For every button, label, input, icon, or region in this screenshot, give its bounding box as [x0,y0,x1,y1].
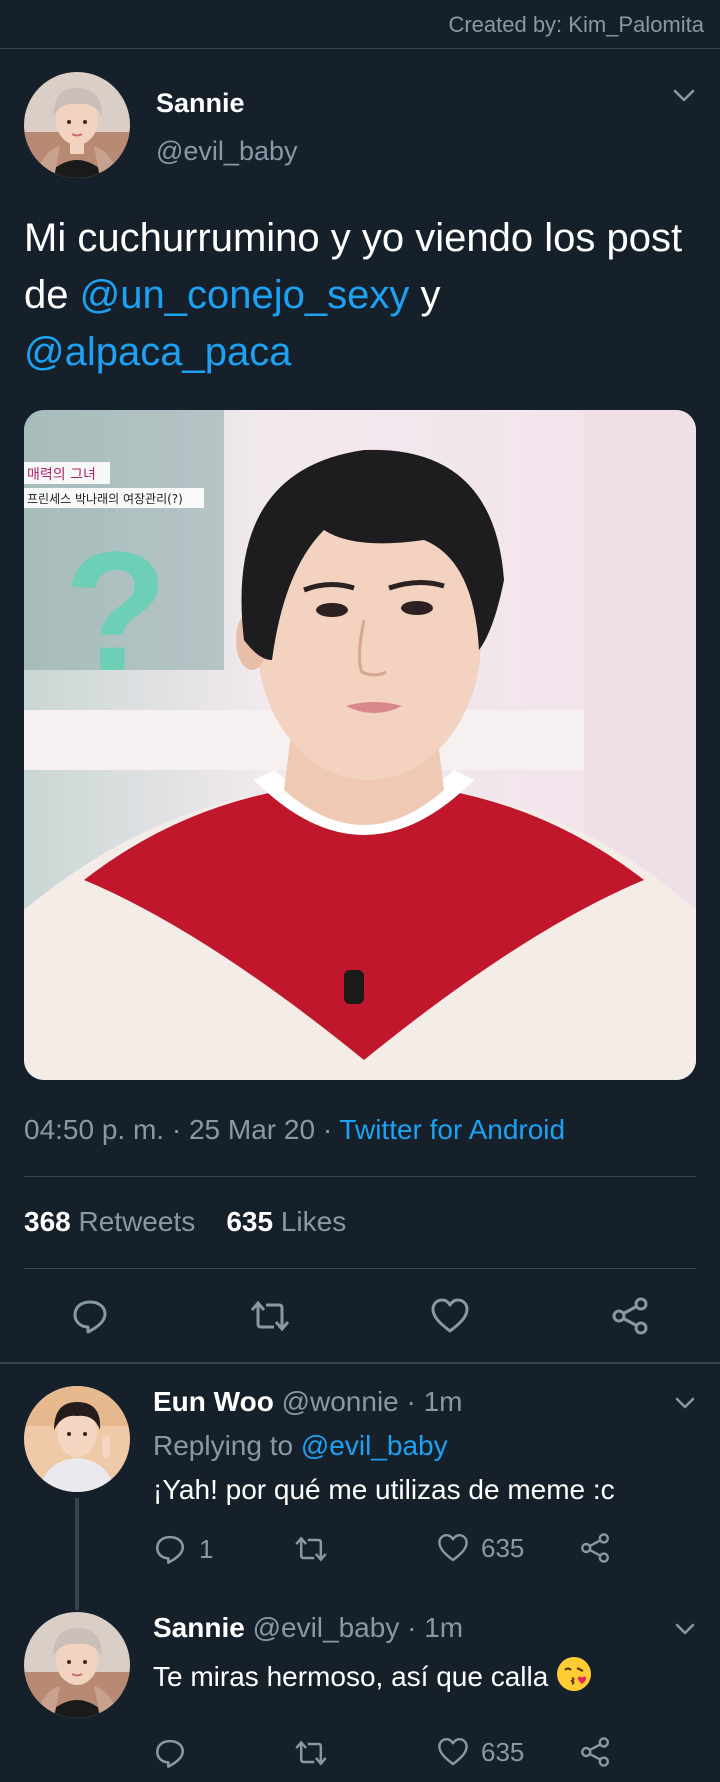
reply-button[interactable] [153,1736,187,1770]
reply-header: Sannie @evil_baby · 1m [153,1612,463,1644]
reply-icon [155,1535,185,1564]
image-caption-line1: 매력의 그녀 [27,467,96,483]
thread-line [75,1498,79,1610]
reply-header: Eun Woo @wonnie · 1m [153,1386,463,1418]
face-blowing-kiss-emoji [556,1656,592,1692]
avatar[interactable] [24,1386,130,1492]
divider [0,1362,720,1364]
likes-label: Likes [273,1206,347,1237]
tweet-timestamp: 04:50 p. m. · 25 Mar 20 · Twitter for An… [24,1114,565,1146]
reply-meta: @evil_baby · 1m [244,1612,464,1643]
chevron-down-icon[interactable] [674,1396,696,1410]
tweet-text-part: y [409,273,441,317]
heart-icon[interactable] [430,1296,470,1336]
tweet-media-image[interactable]: ? 매력의 그녀 프린세스 박나래의 여장관리(?) [24,410,696,1080]
reply-tweet[interactable]: Eun Woo @wonnie · 1m Replying to @evil_b… [0,1376,720,1610]
top-divider [0,48,720,49]
tweet-source-link[interactable]: Twitter for Android [339,1114,565,1145]
retweet-icon [295,1740,327,1766]
retweets-count: 368 [24,1206,71,1237]
retweet-button[interactable] [293,1736,329,1770]
like-button[interactable]: 635 [437,1736,524,1768]
heart-icon [438,1534,468,1562]
author-name[interactable]: Sannie [156,88,245,119]
mention-link[interactable]: @un_conejo_sexy [80,273,410,317]
tweet-text: Mi cuchurrumino y yo viendo los post de … [24,210,696,381]
reply-meta: @wonnie · 1m [273,1386,463,1417]
retweet-button[interactable] [293,1532,329,1566]
main-tweet-header: Sannie @evil_baby [24,70,696,180]
like-count: 635 [481,1532,525,1563]
share-icon [581,1533,609,1563]
share-button[interactable] [579,1736,611,1768]
reply-icon [155,1739,185,1768]
replying-prefix: Replying to [153,1430,301,1461]
reply-action-bar: 635 [153,1736,653,1772]
divider [24,1268,696,1269]
share-icon [581,1737,609,1767]
like-button[interactable]: 635 [437,1532,524,1564]
reply-tweet[interactable]: Sannie @evil_baby · 1m Te miras hermoso,… [0,1602,720,1782]
reply-button[interactable]: 1 [153,1532,213,1566]
likes-count: 635 [226,1206,274,1237]
mention-link[interactable]: @evil_baby [301,1430,448,1461]
chevron-down-icon[interactable] [674,1622,696,1636]
tweet-stats: 368 Retweets 635 Likes [24,1206,346,1238]
reply-text: ¡Yah! por qué me utilizas de meme :c [153,1474,615,1505]
chevron-down-icon[interactable] [672,88,696,104]
mention-link[interactable]: @alpaca_paca [24,330,291,374]
avatar[interactable] [24,1612,130,1718]
time-date: 04:50 p. m. · 25 Mar 20 · [24,1114,340,1145]
reply-action-bar: 1 635 [153,1532,653,1568]
reply-author-name[interactable]: Eun Woo [153,1386,274,1417]
author-handle[interactable]: @evil_baby [156,136,298,167]
retweets-stat[interactable]: 368 Retweets [24,1206,195,1237]
image-caption-line2: 프린세스 박나래의 여장관리(?) [27,492,183,506]
reply-text: Te miras hermoso, así que calla [153,1661,549,1692]
heart-icon [438,1738,468,1766]
replying-to: Replying to @evil_baby [153,1430,448,1462]
share-button[interactable] [579,1532,611,1564]
tweet-action-bar [0,1296,720,1336]
retweet-icon [295,1536,327,1562]
reply-author-name[interactable]: Sannie [153,1612,245,1643]
share-icon[interactable] [610,1296,650,1336]
like-count: 635 [481,1736,525,1767]
creator-credit: Created by: Kim_Palomita [448,12,704,37]
likes-stat[interactable]: 635 Likes [226,1206,346,1237]
retweet-icon[interactable] [248,1296,292,1336]
avatar[interactable] [24,72,130,178]
reply-text-line: Te miras hermoso, así que calla [153,1656,592,1693]
reply-count: 1 [199,1533,214,1564]
reply-icon[interactable] [70,1296,110,1336]
svg-text:?: ? [64,517,168,707]
retweets-label: Retweets [70,1206,196,1237]
divider [24,1176,696,1177]
